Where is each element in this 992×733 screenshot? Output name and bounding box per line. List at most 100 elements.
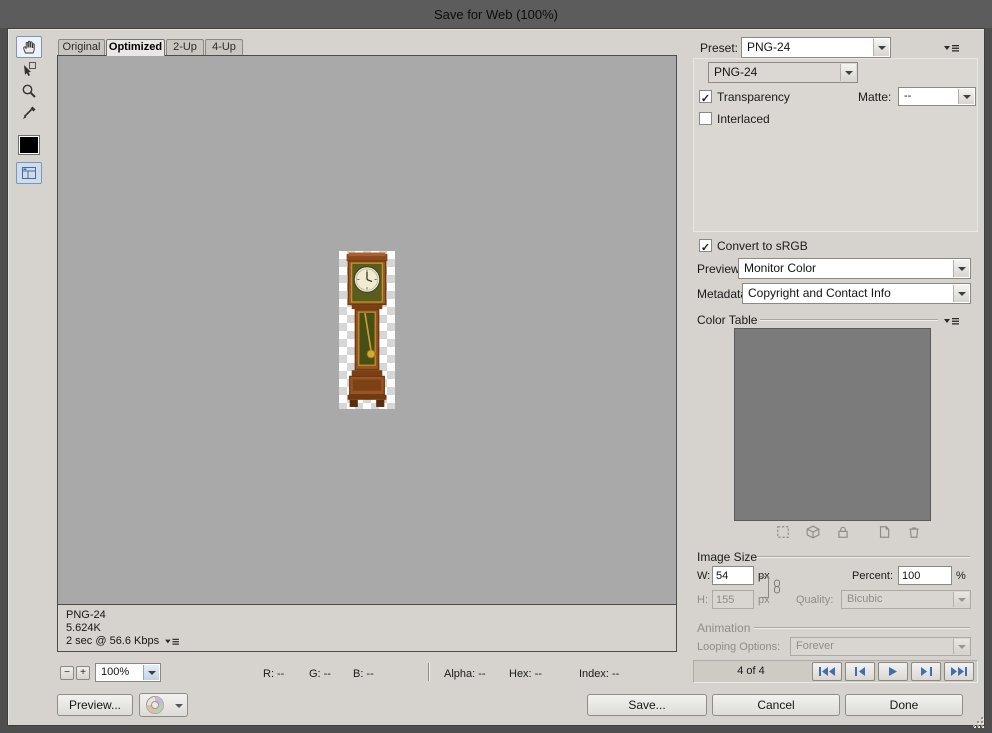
readout-index: Index: --: [579, 668, 620, 680]
first-frame-button[interactable]: [812, 662, 842, 681]
matte-label: Matte:: [858, 90, 892, 104]
preview-label: Preview:: [697, 262, 744, 276]
readout-r: R: --: [263, 668, 285, 680]
image-size-header-line: [757, 556, 970, 558]
chevron-down-icon: [953, 260, 969, 277]
optimized-filesize: 5.624K: [66, 622, 101, 634]
optimized-image[interactable]: [339, 251, 395, 409]
slices-visibility-icon: [22, 167, 36, 179]
hand-tool[interactable]: [16, 36, 42, 58]
play-icon: [889, 667, 897, 676]
animation-title: Animation: [697, 621, 751, 635]
animation-header-line: [754, 627, 970, 629]
eyedropper-icon: [23, 106, 36, 119]
chevron-down-icon: [143, 665, 159, 680]
looping-options-label: Looping Options:: [697, 641, 781, 653]
next-frame-button[interactable]: [911, 662, 941, 681]
lock-color-icon[interactable]: [836, 525, 850, 539]
new-color-icon[interactable]: [877, 525, 891, 539]
zoom-level-select[interactable]: 100%: [95, 663, 161, 682]
height-input[interactable]: [712, 590, 754, 609]
tab-2up[interactable]: 2-Up: [166, 39, 204, 55]
percent-unit: %: [956, 570, 966, 582]
transparency-label: Transparency: [717, 90, 790, 104]
zoom-out-button[interactable]: −: [60, 666, 74, 680]
image-size-title: Image Size: [697, 550, 758, 564]
save-button[interactable]: Save...: [587, 694, 707, 716]
title-bar[interactable]: Save for Web (100%): [0, 0, 992, 28]
toggle-slices-button[interactable]: [16, 162, 42, 184]
preset-label: Preset:: [700, 41, 739, 55]
readout-b: B: --: [353, 668, 374, 680]
preview-in-browser-button[interactable]: Preview...: [57, 694, 133, 716]
readout-hex: Hex: --: [509, 668, 542, 680]
tab-optimized[interactable]: Optimized: [106, 39, 165, 56]
color-table-panel-menu-icon[interactable]: [943, 314, 961, 326]
chevron-down-icon: [840, 64, 856, 81]
eyedropper-color-swatch[interactable]: [18, 135, 40, 155]
width-input[interactable]: [712, 566, 754, 585]
done-button[interactable]: Done: [845, 694, 963, 716]
play-button[interactable]: [878, 662, 908, 681]
chevron-down-icon: [174, 704, 183, 708]
link-dimensions-bracket: [760, 576, 769, 598]
magnifier-icon: [22, 84, 36, 98]
tab-original[interactable]: Original: [58, 39, 105, 55]
chain-link-icon: [772, 579, 782, 599]
transparency-checkbox[interactable]: ✓: [699, 90, 712, 105]
matte-select[interactable]: --: [898, 87, 976, 106]
browser-select-button[interactable]: [139, 693, 171, 717]
save-for-web-dialog: Save for Web (100%) Original Optimized 2…: [0, 0, 992, 733]
width-label: W:: [697, 570, 711, 582]
grandfather-clock-image: [346, 252, 388, 407]
chevron-down-icon: [953, 639, 969, 654]
chevron-down-icon: [953, 285, 969, 302]
last-frame-button[interactable]: [944, 662, 974, 681]
quality-label: Quality:: [796, 594, 834, 606]
zoom-tool[interactable]: [16, 80, 42, 102]
statusbar-divider: [428, 663, 429, 681]
browser-select-dropdown[interactable]: [170, 693, 188, 717]
next-frame-icon: [920, 667, 932, 676]
zoom-in-button[interactable]: +: [76, 666, 90, 680]
height-label: H:: [697, 594, 708, 606]
tab-4up[interactable]: 4-Up: [205, 39, 243, 55]
delete-color-icon[interactable]: [907, 525, 921, 539]
preset-select[interactable]: PNG-24: [741, 37, 891, 58]
preview-select[interactable]: Monitor Color: [738, 258, 971, 279]
color-table-swatches[interactable]: [734, 328, 931, 521]
looping-options-select[interactable]: Forever: [790, 637, 971, 656]
slice-select-tool[interactable]: [16, 58, 42, 80]
previous-frame-button[interactable]: [845, 662, 875, 681]
dialog-title: Save for Web (100%): [433, 6, 559, 22]
interlaced-checkbox[interactable]: [699, 112, 712, 125]
percent-input[interactable]: [898, 566, 952, 585]
web-shift-icon[interactable]: [806, 525, 820, 539]
eyedropper-tool[interactable]: [16, 102, 42, 124]
quality-select[interactable]: Bicubic: [841, 590, 971, 609]
format-select[interactable]: PNG-24: [708, 62, 858, 83]
percent-label: Percent:: [852, 570, 893, 582]
download-rate-menu-icon[interactable]: [164, 636, 180, 647]
frame-counter: 4 of 4: [737, 665, 765, 677]
metadata-select[interactable]: Copyright and Contact Info: [742, 283, 971, 304]
cancel-button[interactable]: Cancel: [712, 694, 840, 716]
chevron-down-icon: [953, 592, 969, 607]
readout-g: G: --: [309, 668, 331, 680]
optimized-format: PNG-24: [66, 609, 106, 621]
select-colors-icon[interactable]: [776, 525, 790, 539]
previous-frame-icon: [854, 667, 865, 676]
preview-frame: PNG-24 5.624K 2 sec @ 56.6 Kbps: [57, 55, 677, 652]
preset-panel-menu-icon[interactable]: [943, 41, 961, 53]
browser-globe-icon: [146, 696, 164, 714]
format-settings-panel: [693, 58, 978, 232]
color-table-title: Color Table: [697, 313, 758, 327]
chevron-down-icon: [958, 89, 974, 104]
slice-select-icon: [24, 62, 36, 76]
convert-srgb-label: Convert to sRGB: [717, 239, 808, 253]
preview-canvas[interactable]: [58, 56, 676, 604]
first-frame-icon: [819, 667, 835, 676]
convert-srgb-checkbox[interactable]: ✓: [699, 239, 712, 254]
resize-grip[interactable]: [973, 717, 984, 728]
color-table-header-line: [760, 319, 938, 321]
